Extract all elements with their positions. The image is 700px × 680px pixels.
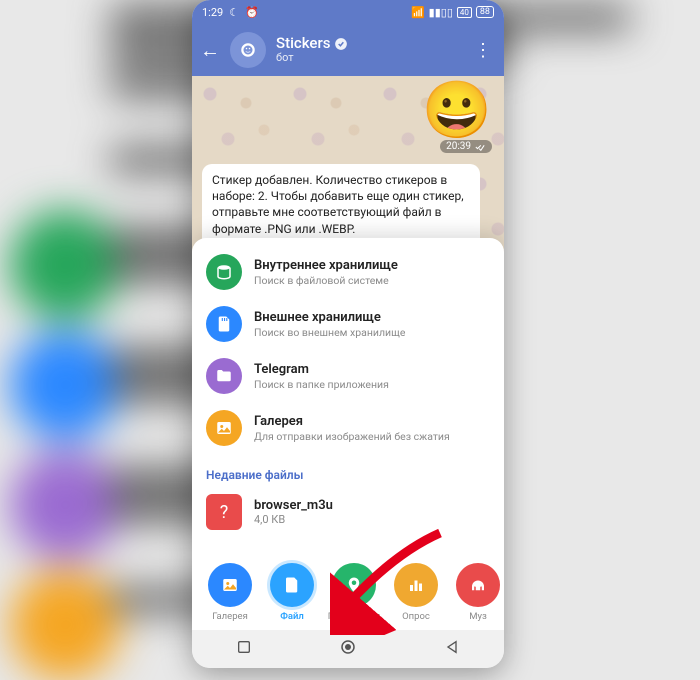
source-title: Внешнее хранилище: [254, 310, 405, 325]
source-desc: Поиск во внешнем хранилище: [254, 326, 405, 339]
file-unknown-icon: ?: [206, 494, 242, 530]
attach-geo-button[interactable]: Геопозиция: [326, 563, 382, 622]
file-size: 4,0 КВ: [254, 513, 333, 526]
triangle-left-icon: [444, 639, 460, 655]
nav-home-button[interactable]: [339, 638, 357, 660]
source-desc: Поиск в файловой системе: [254, 274, 398, 287]
sticker-icon: [239, 41, 257, 59]
attach-poll-button[interactable]: Опрос: [388, 563, 444, 622]
bars-icon: [394, 563, 438, 607]
source-list: Внутреннее хранилищеПоиск в файловой сис…: [192, 242, 504, 458]
source-title: Внутреннее хранилище: [254, 258, 398, 273]
pin-icon: [332, 563, 376, 607]
image-icon: [206, 410, 242, 446]
recent-files-header: Недавние файлы: [192, 458, 504, 488]
chat-avatar[interactable]: [230, 32, 266, 68]
source-title: Галерея: [254, 414, 450, 429]
attach-label: Файл: [280, 611, 304, 622]
status-bar: 1:29 ☾ ⏰ 📶 ▮▮▯▯ 40 88: [192, 0, 504, 24]
grinning-emoji-icon: 😀: [422, 82, 492, 138]
chat-header: ← Stickers бот ⋮: [192, 24, 504, 76]
alarm-icon: ⏰: [245, 6, 259, 19]
attachment-type-row: Галерея Файл Геопозиция Опрос Муз: [192, 551, 504, 630]
phone-frame: 1:29 ☾ ⏰ 📶 ▮▮▯▯ 40 88 ← Stickers бот ⋮ 😀: [192, 0, 504, 668]
volte-icon: 40: [457, 7, 472, 18]
battery-icon: 88: [476, 6, 494, 18]
circle-icon: [339, 638, 357, 656]
headphones-icon: [456, 563, 500, 607]
image-icon: [208, 563, 252, 607]
double-check-icon: [474, 142, 486, 152]
storage-icon: [206, 254, 242, 290]
source-item-sd-card[interactable]: Внешнее хранилищеПоиск во внешнем хранил…: [192, 298, 504, 350]
outgoing-sticker[interactable]: 😀 20:39: [422, 82, 492, 153]
source-item-image[interactable]: ГалереяДля отправки изображений без сжат…: [192, 402, 504, 454]
back-button[interactable]: ←: [200, 38, 220, 63]
document-icon: [270, 563, 314, 607]
source-desc: Для отправки изображений без сжатия: [254, 430, 450, 443]
attach-label: Опрос: [402, 611, 430, 622]
source-title: Telegram: [254, 362, 389, 377]
wifi-icon: 📶: [411, 6, 425, 19]
chat-title: Stickers: [276, 35, 330, 52]
attach-gallery-button[interactable]: Галерея: [202, 563, 258, 622]
attach-label: Муз: [469, 611, 487, 622]
attach-label: Галерея: [212, 611, 248, 622]
menu-button[interactable]: ⋮: [470, 40, 496, 61]
signal-icon: ▮▮▯▯: [429, 6, 453, 19]
source-item-storage[interactable]: Внутреннее хранилищеПоиск в файловой сис…: [192, 246, 504, 298]
folder-icon: [206, 358, 242, 394]
recent-file-item[interactable]: ? browser_m3u 4,0 КВ: [192, 488, 504, 536]
status-time: 1:29: [202, 6, 223, 19]
attach-label: Геопозиция: [328, 611, 380, 622]
message-timestamp: 20:39: [440, 140, 492, 153]
square-icon: [236, 639, 252, 655]
file-name: browser_m3u: [254, 498, 333, 513]
attach-file-button[interactable]: Файл: [264, 563, 320, 622]
chat-subtitle: бот: [276, 52, 460, 65]
source-item-folder[interactable]: TelegramПоиск в папке приложения: [192, 350, 504, 402]
attach-music-button[interactable]: Муз: [450, 563, 504, 622]
message-text: Стикер добавлен. Количество стикеров в н…: [212, 173, 464, 236]
chat-title-block[interactable]: Stickers бот: [276, 35, 460, 65]
moon-icon: ☾: [229, 6, 239, 19]
nav-recent-button[interactable]: [236, 639, 252, 659]
nav-back-button[interactable]: [444, 639, 460, 659]
sd-card-icon: [206, 306, 242, 342]
attachment-sheet: Внутреннее хранилищеПоиск в файловой сис…: [192, 238, 504, 630]
verified-icon: [334, 37, 348, 51]
system-navbar: [192, 630, 504, 668]
source-desc: Поиск в папке приложения: [254, 378, 389, 391]
